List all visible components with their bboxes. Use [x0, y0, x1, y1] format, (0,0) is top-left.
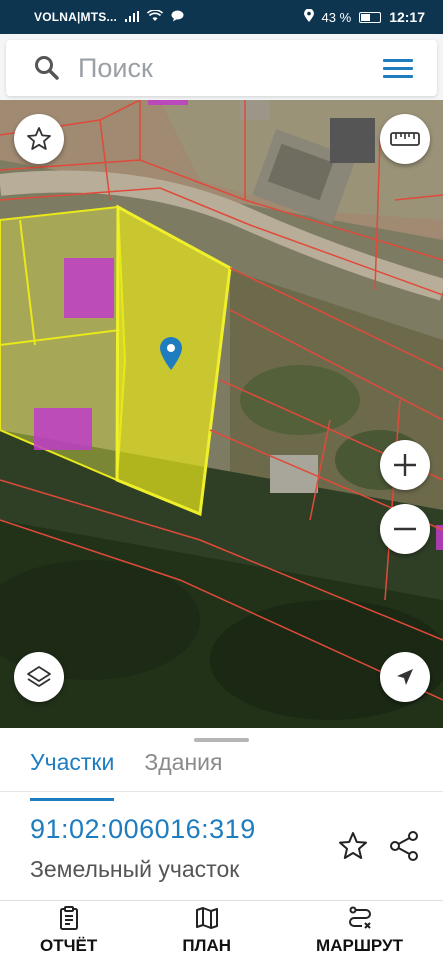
route-icon	[348, 906, 371, 929]
battery-percent: 43 %	[321, 9, 352, 25]
parcel-type-label: Земельный участок	[30, 856, 240, 882]
favorites-button[interactable]	[14, 114, 64, 164]
clipboard-icon	[59, 906, 78, 930]
star-outline-icon[interactable]	[337, 830, 369, 862]
layers-icon	[27, 666, 51, 687]
location-icon	[303, 8, 314, 25]
battery-icon	[359, 11, 382, 23]
search-bar	[6, 40, 437, 96]
cadastral-number[interactable]: 91:02:006016:319	[30, 814, 256, 845]
signal-icon	[125, 10, 140, 25]
route-label: МАРШРУТ	[316, 936, 403, 955]
star-outline-icon	[27, 127, 51, 150]
minus-icon	[394, 527, 416, 531]
ruler-icon	[390, 132, 420, 146]
tab-parcels[interactable]: Участки	[0, 744, 115, 801]
navigation-arrow-icon	[397, 669, 413, 685]
route-button[interactable]: МАРШРУТ	[316, 905, 403, 956]
clock: 12:17	[389, 9, 425, 25]
layers-button[interactable]	[14, 652, 64, 702]
wifi-icon	[147, 8, 164, 25]
search-icon[interactable]	[32, 53, 62, 83]
status-bar: VOLNA|MTS... 43 % 12:17	[0, 0, 443, 34]
building-shape-2[interactable]	[34, 408, 92, 450]
bottom-sheet: Участки Здания 91:02:006016:319 Земельны…	[0, 728, 443, 960]
tabs: Участки Здания	[0, 744, 443, 801]
plus-icon	[394, 454, 416, 476]
tab-buildings[interactable]: Здания	[114, 744, 222, 791]
carrier-label: VOLNA|MTS...	[34, 10, 118, 24]
zoom-out-button[interactable]	[380, 504, 430, 554]
plan-label: ПЛАН	[182, 936, 232, 955]
sheet-drag-handle[interactable]	[194, 738, 249, 742]
map-icon	[195, 907, 218, 929]
map-view[interactable]	[0, 100, 443, 728]
menu-icon[interactable]	[383, 59, 413, 79]
search-input[interactable]	[78, 52, 368, 84]
satellite-map	[0, 100, 443, 728]
plan-button[interactable]: ПЛАН	[182, 905, 231, 956]
message-icon	[171, 10, 184, 25]
my-location-button[interactable]	[380, 652, 430, 702]
bottom-navigation: ОТЧЁТ ПЛАН МАРШРУТ	[0, 900, 443, 960]
building-shape-1[interactable]	[64, 258, 114, 318]
report-label: ОТЧЁТ	[40, 936, 98, 955]
share-icon[interactable]	[388, 830, 420, 862]
zoom-in-button[interactable]	[380, 440, 430, 490]
report-button[interactable]: ОТЧЁТ	[40, 905, 97, 956]
measure-button[interactable]	[380, 114, 430, 164]
search-bar-container	[0, 34, 443, 100]
